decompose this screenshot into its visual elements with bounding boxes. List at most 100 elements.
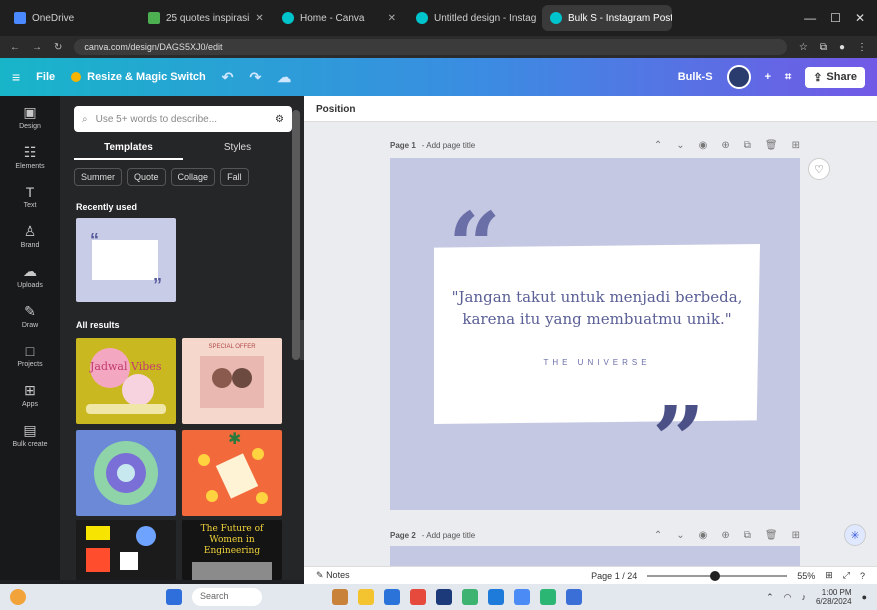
- tab-templates[interactable]: Templates: [74, 138, 183, 160]
- template-thumb[interactable]: Jadwal Vibes: [76, 338, 176, 424]
- start-icon[interactable]: [166, 589, 182, 605]
- minimize-button[interactable]: —: [804, 11, 816, 25]
- tab-onedrive[interactable]: OneDrive: [6, 5, 136, 31]
- app-icon[interactable]: [566, 589, 582, 605]
- file-menu[interactable]: File: [36, 71, 55, 83]
- rail-uploads[interactable]: ☁ Uploads: [17, 263, 43, 289]
- forward-icon[interactable]: →: [32, 42, 42, 53]
- trash-icon[interactable]: 🗑: [765, 530, 778, 541]
- maximize-button[interactable]: ☐: [830, 11, 841, 25]
- share-button[interactable]: ⇪ Share: [805, 66, 865, 88]
- trash-icon[interactable]: 🗑: [765, 140, 778, 151]
- zoom-slider-handle[interactable]: [710, 570, 721, 581]
- url-field[interactable]: canva.com/design/DAGS5XJ0/edit: [74, 39, 787, 55]
- close-window-button[interactable]: ✕: [855, 11, 865, 25]
- menu-icon[interactable]: ≡: [12, 69, 20, 85]
- open-quote-mark[interactable]: “: [448, 200, 501, 292]
- reload-icon[interactable]: ↻: [54, 42, 62, 53]
- lock-icon[interactable]: ⊕: [721, 530, 729, 541]
- rail-draw[interactable]: ✎ Draw: [22, 303, 38, 329]
- rail-design[interactable]: ▣ Design: [19, 104, 41, 130]
- template-thumb[interactable]: The Future of Women in Engineering: [182, 520, 282, 580]
- template-thumb[interactable]: SPECIAL OFFER: [182, 338, 282, 424]
- rail-elements[interactable]: ☷ Elements: [15, 144, 44, 170]
- recent-template-thumb[interactable]: “ ”: [76, 218, 176, 302]
- mail-icon[interactable]: [488, 589, 504, 605]
- search-input[interactable]: Use 5+ words to describe...: [96, 114, 217, 125]
- chip-summer[interactable]: Summer: [74, 168, 123, 186]
- taskbar-search[interactable]: Search: [192, 588, 262, 606]
- lock-icon[interactable]: ⊕: [721, 140, 729, 151]
- design-page-1[interactable]: “ ” "Jangan takut untuk menjadi berbeda,…: [390, 158, 800, 510]
- tray-chevron-icon[interactable]: ⌃: [766, 592, 774, 603]
- design-title[interactable]: Bulk-S: [678, 71, 713, 83]
- comment-icon[interactable]: ♡: [808, 158, 830, 180]
- move-up-icon[interactable]: ⌃: [654, 530, 662, 541]
- cloud-save-icon[interactable]: ☁: [277, 69, 291, 86]
- undo-icon[interactable]: ↶: [222, 69, 234, 86]
- template-thumb[interactable]: [76, 520, 176, 580]
- duplicate-icon[interactable]: ⧉: [744, 140, 751, 151]
- app-icon[interactable]: [332, 589, 348, 605]
- rail-bulk-create[interactable]: ▤ Bulk create: [12, 422, 47, 448]
- app-icon[interactable]: [514, 589, 530, 605]
- quote-text[interactable]: "Jangan takut untuk menjadi berbeda, kar…: [450, 286, 744, 330]
- app-icon[interactable]: [462, 589, 478, 605]
- close-quote-mark[interactable]: ”: [652, 394, 705, 486]
- zoom-level[interactable]: 55%: [797, 571, 815, 581]
- zoom-slider[interactable]: [647, 570, 788, 581]
- tab-canva-home[interactable]: Home - Canva ✕: [274, 5, 404, 31]
- notification-icon[interactable]: ●: [862, 592, 867, 602]
- hide-icon[interactable]: ◉: [699, 530, 708, 541]
- more-menu-icon[interactable]: ⋮: [857, 42, 867, 53]
- position-button[interactable]: Position: [316, 104, 355, 115]
- hide-icon[interactable]: ◉: [699, 140, 708, 151]
- close-icon[interactable]: ✕: [255, 13, 263, 24]
- template-search[interactable]: ⌕ Use 5+ words to describe... ⚙: [74, 106, 292, 132]
- chip-quote[interactable]: Quote: [127, 168, 166, 186]
- profile-icon[interactable]: ●: [839, 42, 845, 53]
- weather-icon[interactable]: [10, 589, 26, 605]
- rail-text[interactable]: T Text: [24, 184, 37, 209]
- move-up-icon[interactable]: ⌃: [654, 140, 662, 151]
- grid-view-icon[interactable]: ⊞: [825, 570, 833, 581]
- extensions-icon[interactable]: ⧉: [820, 42, 827, 53]
- design-page-2[interactable]: [390, 546, 800, 566]
- avatar[interactable]: [726, 65, 751, 89]
- tab-quotes[interactable]: 25 quotes inspirasi ✕: [140, 5, 270, 31]
- tab-untitled-design[interactable]: Untitled design - Instag✕: [408, 5, 538, 31]
- page1-title-input[interactable]: - Add page title: [422, 141, 475, 150]
- page2-title-input[interactable]: - Add page title: [422, 531, 475, 540]
- redo-icon[interactable]: ↷: [249, 69, 261, 86]
- tab-styles[interactable]: Styles: [183, 138, 292, 160]
- template-thumb[interactable]: ✱: [182, 430, 282, 516]
- fullscreen-icon[interactable]: ⤢: [843, 570, 850, 581]
- rail-projects[interactable]: □ Projects: [17, 343, 42, 368]
- add-page-icon[interactable]: ⊞: [792, 530, 800, 541]
- magic-assistant-icon[interactable]: ✳: [844, 524, 866, 546]
- move-down-icon[interactable]: ⌄: [676, 140, 684, 151]
- app-icon[interactable]: [540, 589, 556, 605]
- clock[interactable]: 1:00 PM 6/28/2024: [816, 588, 852, 606]
- help-icon[interactable]: ?: [860, 571, 865, 581]
- analytics-icon[interactable]: ⌗: [785, 71, 791, 84]
- duplicate-icon[interactable]: ⧉: [744, 530, 751, 541]
- edge-icon[interactable]: [384, 589, 400, 605]
- rail-brand[interactable]: ♙ Brand: [21, 223, 40, 249]
- resize-button[interactable]: Resize & Magic Switch: [71, 71, 206, 83]
- quote-author[interactable]: THE UNIVERSE: [450, 358, 744, 367]
- volume-icon[interactable]: ♪: [801, 592, 806, 602]
- move-down-icon[interactable]: ⌄: [676, 530, 684, 541]
- tab-bulk-s[interactable]: Bulk S - Instagram Post✕: [542, 5, 672, 31]
- chrome-icon[interactable]: [410, 589, 426, 605]
- page-indicator[interactable]: Page 1 / 24: [591, 571, 637, 581]
- chip-collage[interactable]: Collage: [170, 168, 216, 186]
- add-collaborator-icon[interactable]: +: [765, 71, 771, 83]
- panel-scrollbar[interactable]: [292, 110, 300, 360]
- close-icon[interactable]: ✕: [388, 13, 396, 24]
- bookmark-star-icon[interactable]: ☆: [799, 42, 808, 53]
- store-icon[interactable]: [436, 589, 452, 605]
- filter-icon[interactable]: ⚙: [275, 114, 284, 125]
- rail-apps[interactable]: ⊞ Apps: [22, 382, 38, 408]
- notes-button[interactable]: ✎ Notes: [316, 570, 350, 581]
